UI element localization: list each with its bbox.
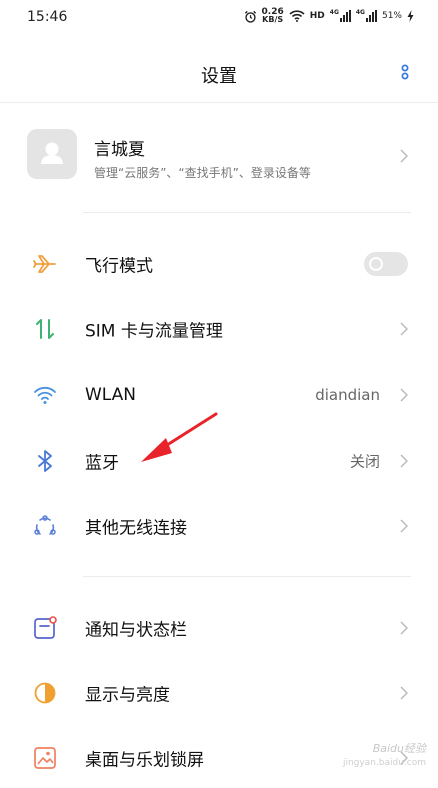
- row-label: SIM 卡与流量管理: [85, 321, 223, 342]
- page-title: 设置: [201, 66, 237, 87]
- status-bar: 15:46 0.26 KB/S HD 4G 4G 51%: [0, 0, 438, 34]
- airplane-icon: [33, 255, 56, 273]
- header-divider: [0, 102, 438, 103]
- avatar-person-icon: [41, 142, 63, 164]
- row-label: 蓝牙: [85, 453, 119, 474]
- chevron-right-icon: [400, 686, 408, 700]
- row-notifications[interactable]: 通知与状态栏: [0, 598, 438, 658]
- chevron-right-icon: [400, 388, 408, 402]
- row-wlan[interactable]: WLAN diandian: [0, 365, 438, 425]
- battery-percent: 51%: [381, 11, 402, 21]
- network-speed: 0.26 KB/S: [261, 7, 284, 24]
- row-label: 其他无线连接: [85, 518, 187, 539]
- wlan-network-name: diandian: [315, 386, 380, 404]
- brightness-icon: [34, 682, 56, 704]
- bluetooth-icon: [38, 450, 52, 472]
- watermark: Baidu经验: [372, 742, 426, 755]
- chevron-right-icon: [400, 149, 408, 163]
- wireless-connection-icon: [34, 515, 56, 535]
- sim-data-icon: [36, 319, 54, 339]
- bluetooth-status: 关闭: [349, 452, 380, 471]
- watermark-sub: jingyan.baidu.com: [342, 758, 426, 768]
- account-card[interactable]: 言城夏 管理“云服务”、“查找手机”、登录设备等: [0, 118, 438, 194]
- toggle-knob: [369, 257, 383, 271]
- row-label: 显示与亮度: [85, 685, 170, 706]
- section-divider: [83, 212, 411, 213]
- row-bluetooth[interactable]: 蓝牙 关闭: [0, 431, 438, 491]
- row-label: 飞行模式: [85, 256, 153, 277]
- avatar: [27, 129, 77, 179]
- airplane-mode-toggle[interactable]: [364, 252, 408, 276]
- row-airplane-mode[interactable]: 飞行模式: [0, 234, 438, 294]
- chevron-right-icon: [400, 454, 408, 468]
- hd-indicator: HD: [309, 11, 325, 21]
- status-time: 15:46: [27, 9, 68, 25]
- alarm-icon: [244, 10, 256, 23]
- charging-icon: [407, 10, 414, 22]
- row-label: WLAN: [85, 385, 137, 405]
- row-label: 通知与状态栏: [85, 620, 187, 641]
- chevron-right-icon: [400, 519, 408, 533]
- notification-icon: [34, 616, 57, 639]
- account-subtitle: 管理“云服务”、“查找手机”、登录设备等: [94, 166, 311, 180]
- row-sim-data[interactable]: SIM 卡与流量管理: [0, 299, 438, 359]
- signal-sim1: 4G: [330, 10, 351, 22]
- section-divider: [83, 576, 411, 577]
- account-name: 言城夏: [94, 140, 145, 160]
- title-bar: 设置: [0, 50, 438, 96]
- chevron-right-icon: [400, 322, 408, 336]
- more-vertical-icon[interactable]: [400, 64, 410, 84]
- row-display-brightness[interactable]: 显示与亮度: [0, 663, 438, 723]
- wifi-icon: [34, 386, 56, 404]
- signal-sim2: 4G: [356, 10, 377, 22]
- row-other-wireless[interactable]: 其他无线连接: [0, 496, 438, 556]
- wallpaper-icon: [34, 747, 56, 769]
- wifi-status-icon: [289, 10, 305, 22]
- status-icons: 0.26 KB/S HD 4G 4G 51%: [244, 8, 414, 24]
- chevron-right-icon: [400, 621, 408, 635]
- row-label: 桌面与乐划锁屏: [85, 750, 204, 771]
